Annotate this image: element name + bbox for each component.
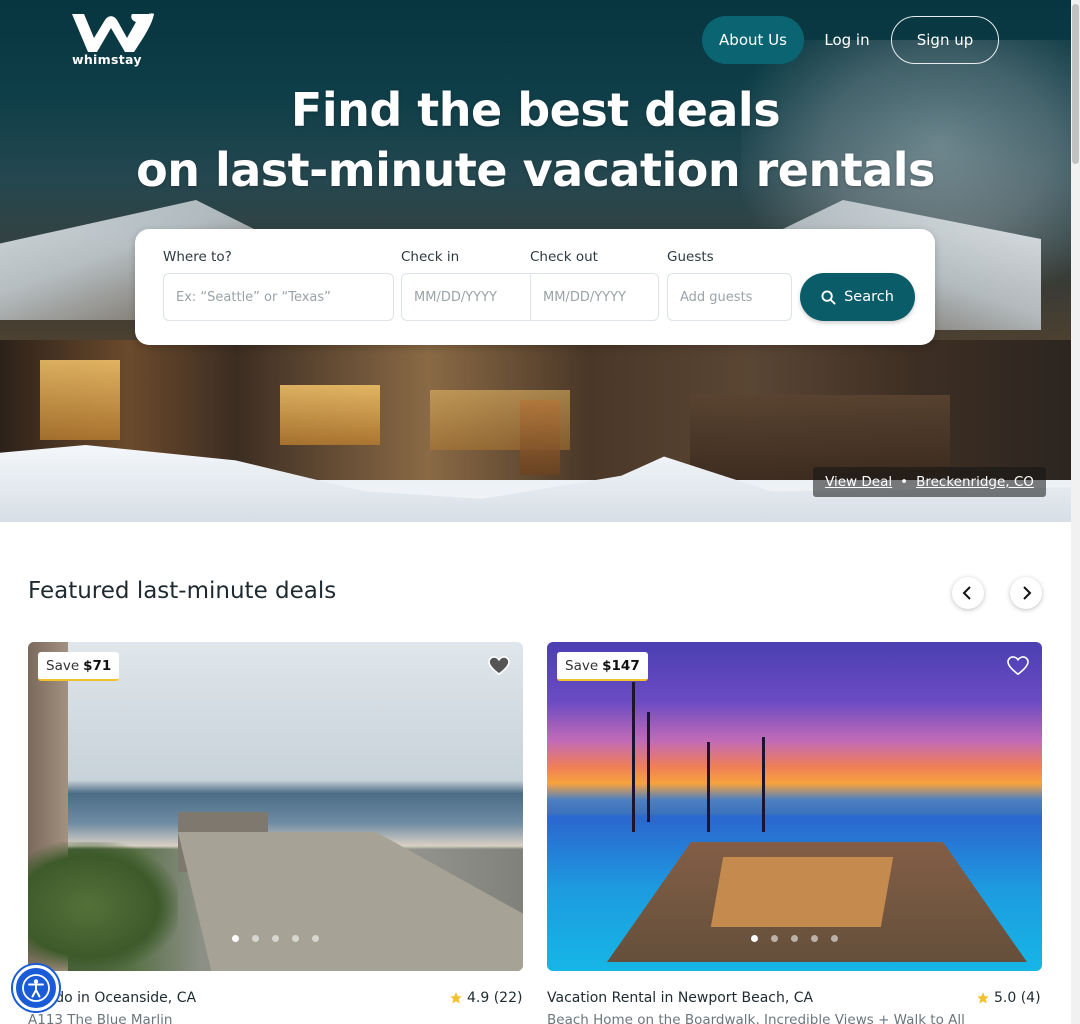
save-badge: Save $147 [557, 652, 648, 681]
image-carousel-dots [232, 935, 319, 942]
listing-subtitle: A113 The Blue Marlin [28, 1012, 172, 1024]
save-badge: Save $71 [38, 652, 119, 681]
chevron-right-icon [1020, 586, 1032, 600]
search-button[interactable]: Search [800, 273, 915, 321]
save-prefix: Save [565, 658, 598, 674]
carousel-dot[interactable] [751, 935, 758, 942]
image-carousel-dots [751, 935, 838, 942]
listing-rating: 4.9 (22) [449, 990, 522, 1006]
signup-button[interactable]: Sign up [891, 16, 999, 64]
about-us-button[interactable]: About Us [702, 16, 804, 64]
checkout-label: Check out [530, 249, 598, 265]
search-card: Where to? Ex: “Seattle” or “Texas” Check… [135, 229, 935, 345]
where-label: Where to? [163, 249, 232, 265]
carousel-dot[interactable] [831, 935, 838, 942]
featured-section-title: Featured last-minute deals [28, 578, 336, 604]
guests-input[interactable]: Add guests [667, 273, 792, 321]
carousel-dot[interactable] [292, 935, 299, 942]
accessibility-button[interactable] [13, 965, 59, 1011]
star-icon [976, 991, 990, 1005]
carousel-dot[interactable] [272, 935, 279, 942]
hero-title-line2: on last-minute vacation rentals [0, 140, 1071, 200]
listing-image-table [711, 857, 893, 927]
listing-image-trees [28, 842, 178, 971]
favorite-heart-icon[interactable] [488, 656, 510, 676]
listing-image[interactable] [28, 642, 523, 971]
search-icon [821, 290, 836, 305]
save-prefix: Save [46, 658, 79, 674]
carousel-dot[interactable] [312, 935, 319, 942]
listing-title[interactable]: Vacation Rental in Newport Beach, CA [547, 990, 813, 1006]
carousel-dot[interactable] [791, 935, 798, 942]
deal-location-link[interactable]: Breckenridge, CO [916, 474, 1034, 490]
checkin-label: Check in [401, 249, 459, 265]
trademark: ™ [148, 12, 155, 20]
save-amount: $147 [602, 658, 640, 674]
page-scrollbar[interactable] [1071, 0, 1080, 1024]
listing-rating: 5.0 (4) [976, 990, 1041, 1006]
checkin-input[interactable]: MM/DD/YYYY [401, 273, 531, 321]
view-deal-link[interactable]: View Deal [825, 474, 892, 490]
carousel-dot[interactable] [232, 935, 239, 942]
listing-image-palm [762, 737, 765, 832]
whimstay-w-icon [70, 12, 156, 54]
star-icon [449, 991, 463, 1005]
favorite-heart-icon[interactable] [1007, 656, 1029, 676]
listing-subtitle: Beach Home on the Boardwalk, Incredible … [547, 1012, 965, 1024]
brand-name: whimstay [72, 52, 142, 67]
listing-image-palm [632, 682, 635, 832]
save-amount: $71 [83, 658, 111, 674]
accessibility-icon [21, 973, 51, 1003]
deal-separator: • [900, 474, 908, 490]
listing-image-roof [178, 832, 523, 971]
hero-title: Find the best deals on last-minute vacat… [0, 80, 1071, 200]
carousel-dot[interactable] [252, 935, 259, 942]
chevron-left-icon [962, 586, 974, 600]
listing-image-palm [647, 712, 650, 822]
guests-label: Guests [667, 249, 714, 265]
checkout-input[interactable]: MM/DD/YYYY [530, 273, 659, 321]
carousel-dot[interactable] [811, 935, 818, 942]
hero-deal-info: View Deal • Breckenridge, CO [813, 467, 1046, 497]
carousel-dot[interactable] [771, 935, 778, 942]
listing-image[interactable] [547, 642, 1042, 971]
listing-image-palm [707, 742, 710, 832]
scrollbar-thumb[interactable] [1072, 4, 1079, 164]
hero-title-line1: Find the best deals [0, 80, 1071, 140]
search-button-label: Search [844, 289, 894, 305]
carousel-prev-button[interactable] [952, 577, 984, 609]
where-input[interactable]: Ex: “Seattle” or “Texas” [163, 273, 394, 321]
rating-value: 5.0 (4) [994, 990, 1041, 1006]
login-link[interactable]: Log in [814, 16, 880, 64]
whimstay-logo[interactable]: ™ whimstay [70, 12, 160, 70]
carousel-next-button[interactable] [1010, 577, 1042, 609]
rating-value: 4.9 (22) [467, 990, 522, 1006]
